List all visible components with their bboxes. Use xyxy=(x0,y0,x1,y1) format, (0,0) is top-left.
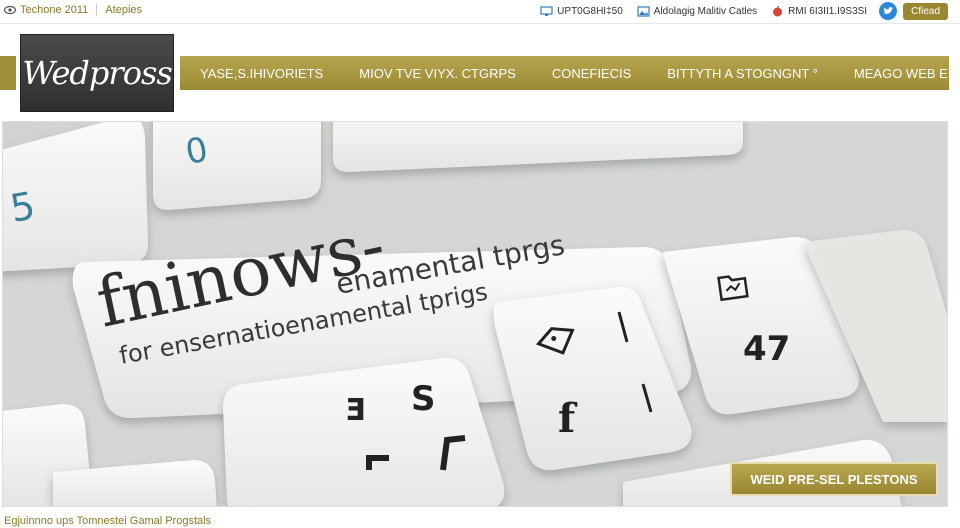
key-3-label: Ǝ xyxy=(345,393,366,428)
key-symbols-f: f xyxy=(558,395,578,442)
top-item-image-label: Aldolagig Malitiv Catles xyxy=(653,5,758,17)
nav-item-3[interactable]: CONEFIECIS xyxy=(534,66,649,81)
eye-icon xyxy=(4,5,16,15)
top-bar-right: UPT0G8HI‡50 Aldolagig Malitiv Catles RMI… xyxy=(526,2,948,20)
logo-text: Wedpross xyxy=(22,54,173,92)
top-item-image[interactable]: Aldolagig Malitiv Catles xyxy=(637,6,757,17)
top-bar: Techone 2011 Atepies UPT0G8HI‡50 Aldolag… xyxy=(0,0,960,24)
twitter-bird-icon[interactable] xyxy=(879,2,898,20)
nav-item-4[interactable]: BITTYTH A STOGNGNT ° xyxy=(649,66,836,81)
divider xyxy=(96,4,98,16)
top-link-2[interactable]: Atepies xyxy=(105,4,142,16)
top-action-button[interactable]: Cfiead xyxy=(903,2,948,20)
hero-banner: 5 0 fninows- enamental tprgs for enserna… xyxy=(2,121,948,507)
nav-bar-left-cap xyxy=(0,56,16,90)
monitor-icon xyxy=(540,5,553,16)
apple-icon xyxy=(773,5,783,16)
main-nav: YASE,S.IHIVORIETS MIOV TVE VIYX. CTGRPS … xyxy=(180,56,960,97)
site-logo[interactable]: Wedpross xyxy=(20,34,174,112)
hero-cta-button[interactable]: WEID PRE-SEL PLESTONS xyxy=(730,462,938,496)
nav-item-2[interactable]: MIOV TVE VIYX. CTGRPS xyxy=(341,66,534,81)
key-s-label: S xyxy=(411,379,436,419)
nav-item-5[interactable]: MEAGO WEB EFT xyxy=(836,66,960,97)
top-item-monitor[interactable]: UPT0G8HI‡50 xyxy=(540,6,623,17)
footer-link[interactable]: Egjuinnno ups Tomnestei Gamal Progstals xyxy=(4,515,211,527)
image-icon xyxy=(637,5,650,17)
keyboard-illustration: 5 0 fninows- enamental tprgs for enserna… xyxy=(3,122,947,506)
nav-item-1[interactable]: YASE,S.IHIVORIETS xyxy=(180,66,341,81)
key-0 xyxy=(153,122,321,211)
key-47-label: 47 xyxy=(743,329,790,369)
top-link-1[interactable]: Techone 2011 xyxy=(20,4,88,16)
top-item-monitor-label: UPT0G8HI‡50 xyxy=(557,5,623,17)
top-bar-left: Techone 2011 Atepies xyxy=(4,4,142,16)
top-item-apple[interactable]: RMI 6I3II1.I9S3SI xyxy=(771,5,868,17)
top-item-apple-label: RMI 6I3II1.I9S3SI xyxy=(788,5,868,17)
